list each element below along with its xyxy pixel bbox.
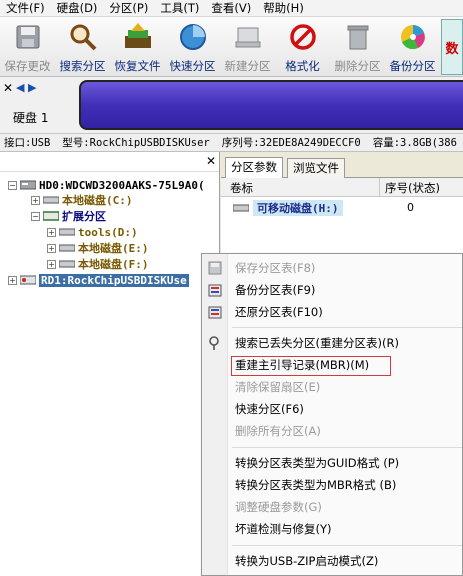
usb-disk-icon bbox=[20, 275, 36, 285]
new-partition-button[interactable]: 新建分区 bbox=[220, 17, 275, 77]
delete-partition-button[interactable]: 删除分区 bbox=[330, 17, 385, 77]
model-info: 型号:RockChipUSBDISKUser bbox=[62, 137, 210, 149]
partition-icon bbox=[59, 244, 75, 252]
disk-nav-arrows[interactable]: ◀ ▶ bbox=[16, 81, 36, 94]
new-partition-icon bbox=[231, 20, 265, 54]
menu-item-restore-table[interactable]: 还原分区表(F10) bbox=[202, 301, 463, 323]
recover-files-icon bbox=[121, 20, 155, 54]
menu-item-delete-all[interactable]: 删除所有分区(A) bbox=[202, 420, 463, 442]
tree-item-local-e[interactable]: + 本地磁盘(E:) bbox=[47, 240, 149, 256]
quick-partition-button[interactable]: 快速分区 bbox=[165, 17, 220, 77]
quick-partition-icon bbox=[176, 20, 210, 54]
disk-partition-graph[interactable] bbox=[79, 80, 463, 130]
capacity-info: 容量:3.8GB(386 bbox=[372, 137, 457, 149]
tree-item-tools[interactable]: + tools(D:) bbox=[47, 224, 138, 240]
partition-seq-cell: 0 bbox=[407, 201, 414, 214]
tree-pane-header: ✕ bbox=[0, 152, 219, 172]
tree-item-local-f[interactable]: + 本地磁盘(F:) bbox=[47, 256, 149, 272]
tree-item-local-c[interactable]: + 本地磁盘(C:) bbox=[31, 192, 133, 208]
menu-item-bad-sector[interactable]: 坏道检测与修复(Y) bbox=[202, 518, 463, 540]
menu-file[interactable]: 文件(F) bbox=[0, 0, 51, 17]
partition-name-cell: 可移动磁盘(H:) bbox=[233, 200, 343, 216]
trash-icon bbox=[341, 20, 375, 54]
tree-item-extended[interactable]: − 扩展分区 bbox=[31, 208, 106, 224]
menu-separator bbox=[232, 327, 462, 328]
menu-separator bbox=[232, 545, 462, 546]
save-icon bbox=[11, 20, 45, 54]
menu-item-search-lost[interactable]: 搜索已丢失分区(重建分区表)(R) bbox=[202, 332, 463, 354]
interface-info: 接口:USB bbox=[4, 137, 51, 149]
partition-icon bbox=[59, 260, 75, 268]
close-icon[interactable]: ✕ bbox=[3, 81, 13, 95]
detail-tabs: 分区参数 浏览文件 bbox=[221, 152, 463, 178]
disk-label: 硬盘 1 bbox=[13, 111, 49, 125]
menu-bar: 文件(F) 硬盘(D) 分区(P) 工具(T) 查看(V) 帮助(H) bbox=[0, 0, 463, 17]
menu-disk[interactable]: 硬盘(D) bbox=[51, 0, 104, 17]
tab-browse-files[interactable]: 浏览文件 bbox=[287, 158, 345, 178]
extended-partition-icon bbox=[43, 211, 59, 221]
tree-item-rd1[interactable]: + RD1:RockChipUSBDISKUse bbox=[8, 272, 189, 288]
menu-view[interactable]: 查看(V) bbox=[205, 0, 257, 17]
menu-item-save-table[interactable]: 保存分区表(F8) bbox=[202, 257, 463, 279]
partition-icon bbox=[43, 196, 59, 204]
search-partition-button[interactable]: 搜索分区 bbox=[55, 17, 110, 77]
menu-tools[interactable]: 工具(T) bbox=[154, 0, 205, 17]
backup-partition-icon bbox=[396, 20, 430, 54]
menu-item-usb-zip[interactable]: 转换为USB-ZIP启动模式(Z) bbox=[202, 550, 463, 572]
expand-icon[interactable]: + bbox=[8, 275, 17, 285]
expand-icon[interactable]: + bbox=[47, 227, 56, 237]
tab-partition-params[interactable]: 分区参数 bbox=[225, 157, 283, 178]
menu-item-adjust-params[interactable]: 调整硬盘参数(G) bbox=[202, 496, 463, 518]
search-lost-icon bbox=[209, 336, 219, 350]
menu-item-convert-mbr[interactable]: 转换分区表类型为MBR格式 (B) bbox=[202, 474, 463, 496]
menu-item-clear-reserved[interactable]: 清除保留扇区(E) bbox=[202, 376, 463, 398]
column-divider[interactable] bbox=[379, 178, 380, 197]
donate-icon[interactable]: 数 bbox=[441, 19, 463, 75]
context-menu: 保存分区表(F8) 备份分区表(F9) 还原分区表(F10) 搜索已丢失分区(重… bbox=[201, 253, 463, 576]
toolbar-overflow: 数 bbox=[440, 17, 463, 76]
recover-files-button[interactable]: 恢复文件 bbox=[110, 17, 165, 77]
table-row[interactable]: 可移动磁盘(H:) 0 bbox=[221, 199, 463, 217]
menu-item-convert-guid[interactable]: 转换分区表类型为GUID格式 (P) bbox=[202, 452, 463, 474]
save-table-icon bbox=[208, 261, 222, 275]
tree-item-hd0[interactable]: − HD0:WDCWD3200AAKS-75L9A0( bbox=[8, 177, 205, 193]
expand-icon[interactable]: + bbox=[47, 243, 56, 253]
expand-icon[interactable]: + bbox=[47, 259, 56, 269]
menu-separator bbox=[232, 447, 462, 448]
column-header-seq[interactable]: 序号(状态) bbox=[385, 180, 440, 196]
format-button[interactable]: 格式化 bbox=[275, 17, 330, 77]
menu-partition[interactable]: 分区(P) bbox=[103, 0, 154, 17]
menu-item-quick-partition[interactable]: 快速分区(F6) bbox=[202, 398, 463, 420]
disk-panel: ✕ ◀ ▶ 硬盘 1 bbox=[0, 77, 463, 134]
restore-table-icon bbox=[208, 306, 222, 319]
toolbar: 保存更改 搜索分区 恢复文件 快速分区 新建分区 格式化 删除分区 备份分区 数 bbox=[0, 17, 463, 77]
menu-help[interactable]: 帮助(H) bbox=[257, 0, 310, 17]
hard-disk-icon bbox=[20, 180, 36, 190]
close-icon[interactable]: ✕ bbox=[206, 154, 216, 168]
collapse-icon[interactable]: − bbox=[8, 180, 17, 190]
save-changes-button[interactable]: 保存更改 bbox=[0, 17, 55, 77]
partition-icon bbox=[59, 228, 75, 236]
magnifier-icon bbox=[66, 20, 100, 54]
backup-partition-button[interactable]: 备份分区 bbox=[385, 17, 440, 77]
disk-info-line: 接口:USB 型号:RockChipUSBDISKUser 序列号:32EDE8… bbox=[0, 134, 463, 152]
collapse-icon[interactable]: − bbox=[31, 211, 40, 221]
format-icon bbox=[286, 20, 320, 54]
highlight-box bbox=[231, 356, 391, 376]
grid-header: 卷标 序号(状态) bbox=[221, 178, 463, 197]
disk-tree-pane: ✕ − HD0:WDCWD3200AAKS-75L9A0( + 本地磁盘(C:)… bbox=[0, 152, 220, 576]
serial-info: 序列号:32EDE8A249DECCF0 bbox=[221, 137, 361, 149]
menu-item-backup-table[interactable]: 备份分区表(F9) bbox=[202, 279, 463, 301]
removable-disk-icon bbox=[233, 204, 249, 212]
backup-table-icon bbox=[208, 284, 222, 297]
column-header-label[interactable]: 卷标 bbox=[230, 180, 253, 196]
expand-icon[interactable]: + bbox=[31, 195, 40, 205]
